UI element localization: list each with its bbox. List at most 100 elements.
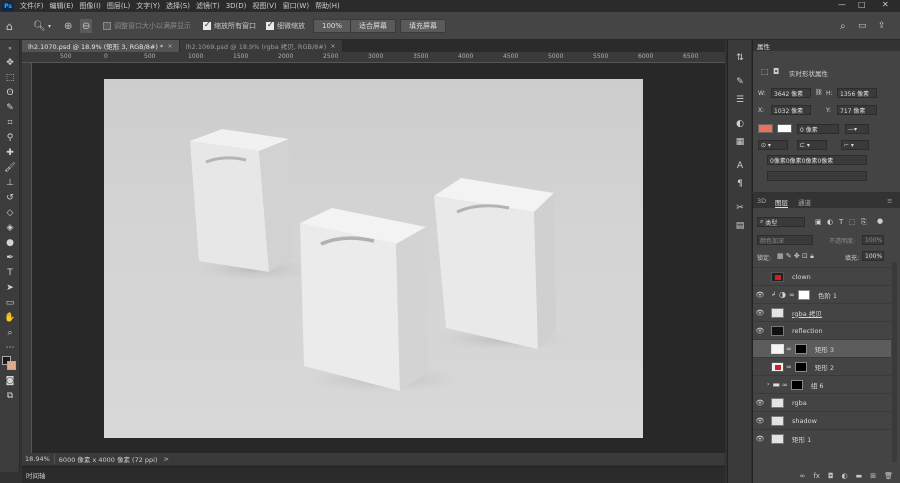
layer-row[interactable]: 👁︎ rgba 拷贝	[753, 303, 891, 321]
tab-close-icon[interactable]: ×	[167, 42, 172, 50]
fit-screen-button[interactable]: 适合屏幕	[350, 19, 396, 33]
layer-row-selected[interactable]: ∞ 矩形 3	[753, 339, 891, 357]
width-input[interactable]: 3642 像素	[771, 88, 811, 98]
share-icon[interactable]: ⇪	[878, 19, 886, 33]
menu-window[interactable]: 窗口(W)	[283, 1, 309, 11]
zoom-in-icon[interactable]: ⊕	[64, 19, 72, 33]
new-layer-icon[interactable]: ⊞	[870, 472, 876, 480]
tool-preset-arrow-icon[interactable]: ▾	[48, 19, 51, 33]
stroke-color-swatch[interactable]	[777, 124, 792, 133]
home-icon[interactable]: ⌂	[6, 19, 13, 33]
zoom-tool-icon[interactable]: 🔍︎	[33, 19, 46, 33]
fill-input[interactable]: 100%	[862, 251, 884, 261]
gradient-tool-icon[interactable]: ◈	[3, 221, 17, 234]
blend-mode-select[interactable]: 颜色加深	[757, 235, 813, 245]
menu-select[interactable]: 选择(S)	[166, 1, 190, 11]
menu-filter[interactable]: 滤镜(T)	[196, 1, 220, 11]
zoom-tool-side-icon[interactable]: ⌕	[3, 326, 17, 339]
lock-pixels-icon[interactable]: ▦ ✎ ✥ ⊡ 🔒︎	[777, 252, 814, 261]
opacity-input[interactable]: 100%	[862, 235, 884, 245]
menu-image[interactable]: 图像(I)	[79, 1, 101, 11]
pen-tool-icon[interactable]: ✒	[3, 251, 17, 264]
trash-icon[interactable]: 🗑︎	[884, 472, 893, 480]
menu-edit[interactable]: 编辑(E)	[50, 1, 74, 11]
history-panel-icon[interactable]: ⇅	[733, 52, 747, 64]
eye-icon[interactable]: 👁︎	[753, 399, 767, 407]
scrubby-zoom-checkbox[interactable]: 细微缩放	[266, 19, 305, 33]
fx-icon[interactable]: fx	[813, 472, 820, 480]
screen-mode-icon[interactable]: ⧉	[3, 389, 17, 402]
collapse-tools-icon[interactable]: »	[3, 42, 17, 55]
menu-type[interactable]: 文字(Y)	[136, 1, 160, 11]
adjustment-layer-icon[interactable]: ◐	[842, 472, 848, 480]
menu-view[interactable]: 视图(V)	[252, 1, 276, 11]
tab-3d[interactable]: 3D	[757, 197, 766, 205]
layer-row[interactable]: › ▬ ∞ 组 6	[753, 375, 891, 393]
mask-icon[interactable]: ◘	[773, 67, 779, 76]
type-tool-icon[interactable]: T	[3, 266, 17, 279]
close-icon[interactable]: ✕	[882, 0, 889, 9]
new-group-icon[interactable]: ▬	[856, 472, 863, 480]
height-input[interactable]: 1356 像素	[837, 88, 877, 98]
x-input[interactable]: 1032 像素	[771, 105, 811, 115]
dodge-tool-icon[interactable]: ●	[3, 236, 17, 249]
character-panel-icon[interactable]: A	[733, 160, 747, 172]
hand-tool-icon[interactable]: ✋	[3, 311, 17, 324]
move-tool-icon[interactable]: ✥	[3, 56, 17, 69]
layer-row[interactable]: ∞ 矩形 2	[753, 357, 891, 375]
filter-toggle-icon[interactable]: ●	[877, 217, 883, 225]
paragraph-panel-icon[interactable]: ¶	[733, 178, 747, 190]
eye-icon[interactable]: 👁︎	[753, 309, 767, 317]
menu-layer[interactable]: 图层(L)	[107, 1, 130, 11]
eye-icon[interactable]: 👁︎	[753, 435, 767, 443]
marquee-tool-icon[interactable]: ⬚	[3, 71, 17, 84]
filter-pixel-icon[interactable]: ▣	[815, 218, 822, 226]
eraser-tool-icon[interactable]: ◇	[3, 206, 17, 219]
menu-3d[interactable]: 3D(D)	[226, 2, 247, 10]
fill-color-swatch[interactable]	[758, 124, 773, 133]
tab-channels[interactable]: 通道	[798, 197, 811, 207]
link-icon[interactable]: ⛓	[815, 89, 823, 96]
layers-scrollbar[interactable]	[892, 262, 897, 462]
brush-tool-icon[interactable]: 🖌︎	[3, 161, 17, 174]
eye-icon[interactable]: 👁︎	[753, 417, 767, 425]
link-layers-icon[interactable]: ∞	[800, 472, 806, 480]
canvas-workspace[interactable]	[32, 63, 725, 453]
adjustments-icon[interactable]: ☰	[733, 94, 747, 106]
kind-filter-select[interactable]: ⌕ 类型	[757, 217, 805, 227]
tab-lh2-1069[interactable]: lh2.1069.psd @ 18.9% (rgba 拷贝, RGB/8#) ×	[179, 40, 343, 52]
brush-settings-icon[interactable]: ✎	[733, 76, 747, 88]
layer-row[interactable]: 👁︎ reflection	[753, 321, 891, 339]
background-color-swatch[interactable]	[7, 361, 16, 370]
more-tools-icon[interactable]: ⋯	[3, 341, 17, 354]
zoom-level[interactable]: 18.94%	[25, 455, 50, 463]
filter-shape-icon[interactable]: ⬚	[849, 218, 856, 226]
filter-type-icon[interactable]: T	[839, 218, 843, 226]
eyedropper-tool-icon[interactable]: ⚲	[3, 131, 17, 144]
swatches-icon[interactable]: ▦	[733, 136, 747, 148]
document-canvas[interactable]	[104, 79, 643, 438]
layer-row[interactable]: 👁︎ 矩形 1	[753, 429, 891, 447]
zoom-100-button[interactable]: 100%	[313, 19, 352, 33]
tab-lh2-1070[interactable]: lh2.1070.psd @ 18.9% (矩形 3, RGB/8#) * ×	[22, 40, 180, 52]
cap-select[interactable]: ⊏ ▾	[797, 140, 827, 150]
lasso-tool-icon[interactable]: ʘ	[3, 86, 17, 99]
clone-stamp-tool-icon[interactable]: ⊥	[3, 176, 17, 189]
zoom-out-icon[interactable]: ⊖	[80, 19, 93, 33]
layer-row[interactable]: clown	[753, 267, 891, 285]
y-input[interactable]: 717 像素	[837, 105, 877, 115]
filter-smart-icon[interactable]: ⎘	[861, 218, 867, 227]
expand-arrow-icon[interactable]: ›	[767, 381, 769, 388]
zoom-all-checkbox[interactable]: 缩放所有窗口	[203, 19, 256, 33]
stroke-width-input[interactable]: 0 像素	[797, 124, 839, 134]
filter-adjust-icon[interactable]: ◐	[827, 218, 833, 226]
status-menu-arrow-icon[interactable]: >	[164, 455, 169, 463]
quick-select-tool-icon[interactable]: ✎	[3, 101, 17, 114]
tools-preset-icon[interactable]: ✂	[733, 202, 747, 214]
align-select[interactable]: ⊙ ▾	[758, 140, 788, 150]
crop-tool-icon[interactable]: ⌗	[3, 116, 17, 129]
quick-mask-icon[interactable]: ◙	[3, 374, 17, 387]
healing-brush-tool-icon[interactable]: ✚	[3, 146, 17, 159]
info-panel-icon[interactable]: ▤	[733, 220, 747, 232]
corner-radius-input[interactable]: 0像素0像素0像素0像素	[767, 155, 867, 165]
